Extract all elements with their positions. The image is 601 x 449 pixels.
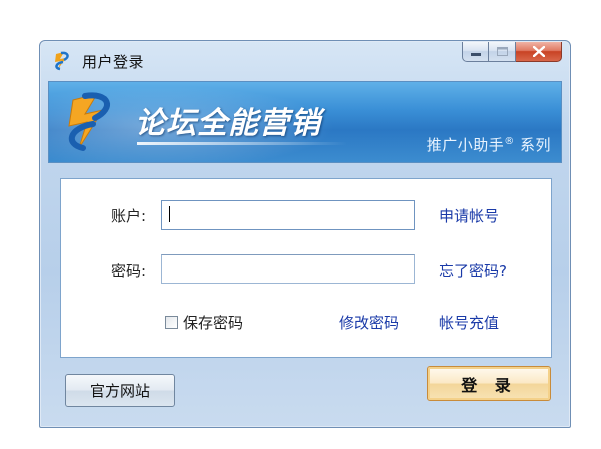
save-password-checkbox[interactable]: 保存密码 xyxy=(165,312,243,333)
minimize-icon xyxy=(470,52,481,56)
official-site-button[interactable]: 官方网站 xyxy=(65,374,175,407)
save-password-label: 保存密码 xyxy=(183,314,244,332)
title-bar[interactable]: 用户登录 xyxy=(40,41,570,81)
banner-subtitle: 推广小助手® 系列 xyxy=(427,134,551,155)
password-input[interactable] xyxy=(161,254,415,284)
change-password-link[interactable]: 修改密码 xyxy=(339,312,399,333)
close-icon xyxy=(532,46,545,57)
close-button[interactable] xyxy=(516,42,562,62)
maximize-icon xyxy=(496,47,508,56)
account-input[interactable] xyxy=(161,200,415,230)
product-logo-icon xyxy=(68,92,110,151)
banner-subtitle-text: 推广小助手 xyxy=(426,136,505,154)
recharge-account-link[interactable]: 帐号充值 xyxy=(439,312,499,333)
forgot-password-link[interactable]: 忘了密码? xyxy=(439,260,507,281)
login-window: 用户登录 论坛全能营销 推广小助手® 系列 账户: 申请帐号 密码: 忘了密码?… xyxy=(39,40,571,428)
app-logo-icon xyxy=(55,51,69,71)
minimize-button[interactable] xyxy=(462,42,489,62)
banner-underline xyxy=(137,142,347,145)
product-banner: 论坛全能营销 推广小助手® 系列 xyxy=(48,81,562,163)
caption-buttons xyxy=(462,42,562,64)
login-form: 账户: 申请帐号 密码: 忘了密码? 保存密码 修改密码 帐号充值 xyxy=(60,178,552,358)
text-caret xyxy=(169,206,170,222)
password-label: 密码: xyxy=(111,262,147,280)
maximize-button[interactable] xyxy=(489,42,516,62)
banner-subtitle-suffix: 系列 xyxy=(514,136,551,154)
checkbox-box[interactable] xyxy=(165,316,178,329)
registered-mark: ® xyxy=(504,136,515,147)
login-button[interactable]: 登 录 xyxy=(427,366,551,401)
banner-title: 论坛全能营销 xyxy=(135,106,321,141)
register-account-link[interactable]: 申请帐号 xyxy=(439,205,499,226)
window-title: 用户登录 xyxy=(82,53,145,71)
account-label: 账户: xyxy=(111,207,147,225)
